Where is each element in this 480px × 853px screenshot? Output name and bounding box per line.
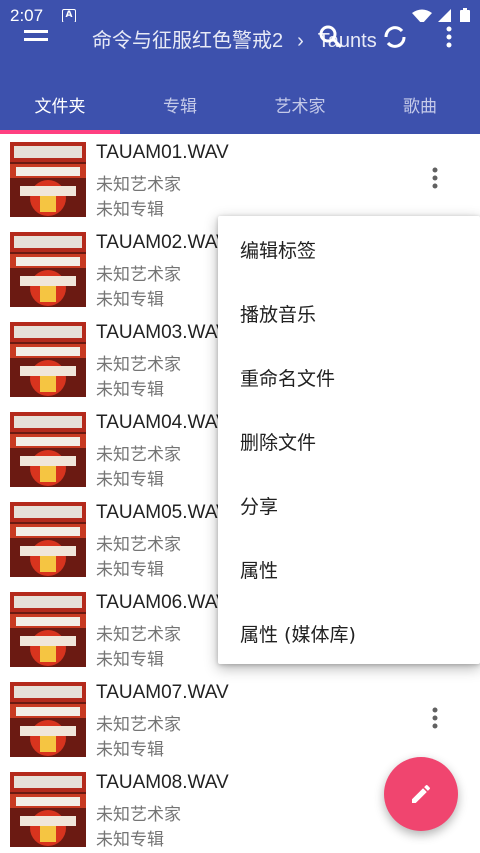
list-item[interactable]: TAUAM01.WAV 未知艺术家未知专辑 <box>0 134 480 224</box>
file-name: TAUAM02.WAV <box>96 232 229 253</box>
artist-name: 未知艺术家 <box>96 805 181 825</box>
more-vert-icon[interactable] <box>444 24 454 50</box>
tab-folders[interactable]: 文件夹 <box>0 92 120 117</box>
album-art-image <box>10 592 86 667</box>
album-art-image <box>10 412 86 487</box>
menu-item-properties[interactable]: 属性 <box>240 556 278 583</box>
album-name: 未知专辑 <box>96 740 164 760</box>
artist-name: 未知艺术家 <box>96 265 181 285</box>
album-name: 未知专辑 <box>96 560 164 580</box>
menu-item-delete-file[interactable]: 删除文件 <box>240 428 316 455</box>
artist-name: 未知艺术家 <box>96 625 181 645</box>
sync-icon[interactable] <box>382 24 408 50</box>
file-name: TAUAM03.WAV <box>96 322 229 343</box>
file-name: TAUAM01.WAV <box>96 142 229 163</box>
album-name: 未知专辑 <box>96 380 164 400</box>
menu-icon[interactable] <box>24 26 48 46</box>
artist-name: 未知艺术家 <box>96 175 181 195</box>
album-name: 未知专辑 <box>96 830 164 850</box>
tab-songs[interactable]: 歌曲 <box>360 92 480 117</box>
artist-name: 未知艺术家 <box>96 355 181 375</box>
more-vert-icon[interactable] <box>430 166 440 192</box>
album-art-image <box>10 232 86 307</box>
album-art-image <box>10 772 86 847</box>
chevron-right-icon: › <box>297 30 304 52</box>
album-name: 未知专辑 <box>96 650 164 670</box>
album-art-image <box>10 322 86 397</box>
artist-name: 未知艺术家 <box>96 445 181 465</box>
app-bar: 命令与征服红色警戒2 › Taunts <box>0 22 480 52</box>
list-item[interactable]: TAUAM07.WAV 未知艺术家未知专辑 <box>0 674 480 764</box>
album-name: 未知专辑 <box>96 290 164 310</box>
album-name: 未知专辑 <box>96 200 164 220</box>
artist-name: 未知艺术家 <box>96 535 181 555</box>
file-name: TAUAM06.WAV <box>96 592 229 613</box>
edit-icon <box>412 784 431 803</box>
breadcrumb: 命令与征服红色警戒2 › Taunts <box>92 24 391 52</box>
search-icon[interactable] <box>318 24 344 50</box>
album-art-image <box>10 142 86 217</box>
menu-item-properties-media-library[interactable]: 属性 (媒体库) <box>240 620 356 647</box>
tab-bar: 文件夹 专辑 艺术家 歌曲 <box>0 52 480 134</box>
tab-artists[interactable]: 艺术家 <box>240 92 360 117</box>
album-art-image <box>10 682 86 757</box>
context-menu: 编辑标签 播放音乐 重命名文件 删除文件 分享 属性 属性 (媒体库) <box>218 216 480 664</box>
more-vert-icon[interactable] <box>430 706 440 732</box>
file-name: TAUAM05.WAV <box>96 502 229 523</box>
notification-icon: A <box>62 9 76 23</box>
file-name: TAUAM07.WAV <box>96 682 229 703</box>
menu-item-play-music[interactable]: 播放音乐 <box>240 300 316 327</box>
album-name: 未知专辑 <box>96 470 164 490</box>
edit-fab-button[interactable] <box>384 757 458 831</box>
file-name: TAUAM04.WAV <box>96 412 229 433</box>
breadcrumb-parent[interactable]: 命令与征服红色警戒2 <box>92 30 283 52</box>
menu-item-share[interactable]: 分享 <box>240 492 278 519</box>
tab-albums[interactable]: 专辑 <box>120 92 240 117</box>
menu-item-rename-file[interactable]: 重命名文件 <box>240 364 335 391</box>
menu-item-edit-tags[interactable]: 编辑标签 <box>240 236 316 263</box>
artist-name: 未知艺术家 <box>96 715 181 735</box>
file-name: TAUAM08.WAV <box>96 772 229 793</box>
album-art-image <box>10 502 86 577</box>
